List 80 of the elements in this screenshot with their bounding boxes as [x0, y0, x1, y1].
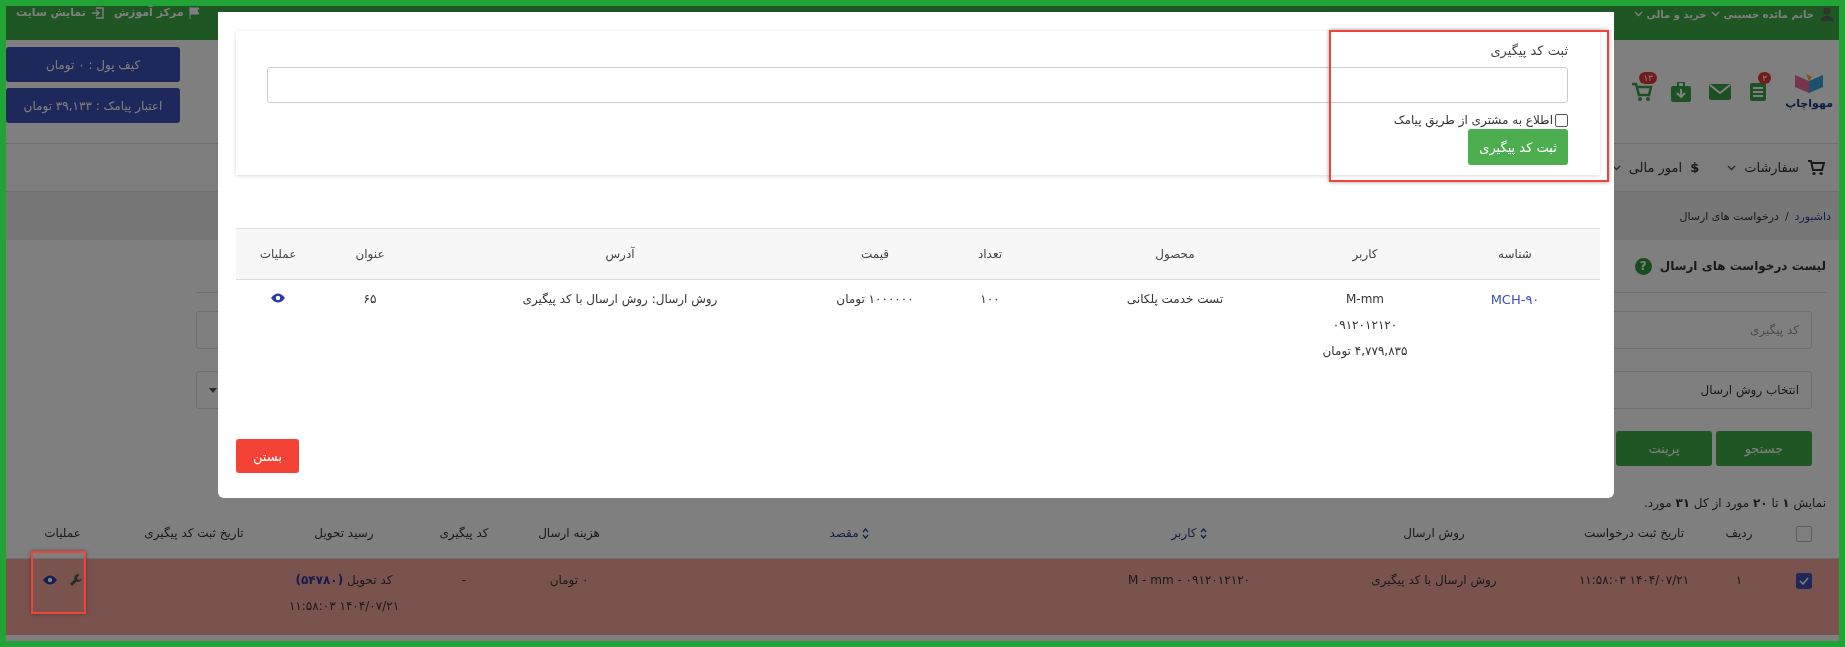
- caret-icon: [1634, 11, 1644, 17]
- caret-icon: [1711, 11, 1721, 17]
- sort-icon: [1199, 527, 1207, 539]
- eye-icon[interactable]: [271, 293, 285, 303]
- column-header: تاریخ ثبت کد پیگیری: [144, 526, 244, 540]
- checkbox[interactable]: [1796, 572, 1812, 589]
- sort-icon: [861, 527, 869, 539]
- column-header: عملیات: [44, 526, 81, 540]
- wallet-button[interactable]: کیف پول : ۰ تومان: [6, 47, 180, 82]
- tracking-code-input[interactable]: [267, 67, 1568, 103]
- eye-icon[interactable]: [42, 574, 57, 585]
- wrench-icon[interactable]: [68, 572, 83, 587]
- column-header: کد پیگیری: [439, 526, 489, 540]
- table-cell: ۱: [1735, 572, 1743, 587]
- table-cell: ۱۰۰: [980, 292, 1000, 306]
- column-header: روش ارسال: [1403, 526, 1465, 540]
- column-header: شناسه: [1498, 247, 1532, 261]
- column-header: تعداد: [977, 247, 1003, 261]
- table-cell: ۱۰۰۰۰۰۰ تومان: [836, 292, 914, 306]
- sign-in-icon: [90, 6, 104, 19]
- column-header: هزینه ارسال: [538, 526, 600, 540]
- help-icon[interactable]: ?: [1634, 257, 1652, 275]
- checkbox[interactable]: [1796, 526, 1812, 542]
- table-cell-text: ۴,۷۷۹,۸۳۵ تومان: [1321, 344, 1409, 358]
- column-header: رسید تحویل: [314, 526, 374, 540]
- list-icon[interactable]: [1749, 81, 1768, 102]
- table-cell-text: ۱۴۰۴/۰۷/۲۱ ۱۱:۵۸:۰۳: [287, 598, 401, 613]
- table-cell: ۶۵: [363, 292, 377, 306]
- top-link[interactable]: نمایش سایت: [16, 6, 104, 19]
- caret-icon: [1727, 164, 1737, 171]
- caret-icon: [209, 387, 217, 393]
- cart-icon[interactable]: [1631, 81, 1654, 102]
- top-menu-item[interactable]: خرید و مالی: [1634, 8, 1707, 20]
- table-cell: روش ارسال با کد پیگیری: [1371, 572, 1497, 587]
- table-cell: ۱۴۰۴/۰۷/۲۱ ۱۱:۵۸:۰۳: [1578, 572, 1690, 587]
- table-cell: M - mm - ۰۹۱۲۰۱۲۱۲۰: [1127, 572, 1251, 587]
- count-badge: ۲: [1758, 71, 1772, 84]
- mail-icon[interactable]: [1709, 83, 1732, 100]
- table-cell: روش ارسال: روش ارسال با کد پیگیری: [522, 292, 718, 306]
- column-header: آدرس: [605, 247, 635, 261]
- checkmark-icon: [1799, 576, 1809, 585]
- close-button[interactable]: بستن: [236, 439, 299, 473]
- column-header: عنوان: [355, 247, 385, 261]
- logo-text: مهواچاپ: [1785, 97, 1833, 110]
- breadcrumb-link[interactable]: داشبورد: [1794, 209, 1831, 223]
- sms-notify-checkbox[interactable]: اطلاع به مشتری از طریق پیامک: [1393, 113, 1568, 127]
- column-header: ردیف: [1725, 526, 1753, 540]
- column-header: کاربر: [1352, 247, 1378, 261]
- table-cell-text: M-mm: [1344, 292, 1386, 306]
- table-cell: ۰ تومان: [549, 572, 589, 587]
- action-button[interactable]: پرینت: [1616, 431, 1712, 466]
- column-header: عملیات: [259, 247, 297, 261]
- column-header: قیمت: [860, 247, 890, 261]
- field-label: ثبت کد پیگیری: [1490, 43, 1568, 58]
- column-header[interactable]: کاربر: [1171, 526, 1207, 540]
- flag-icon: [188, 6, 200, 19]
- user-avatar-icon: [1819, 6, 1835, 22]
- count-badge: ۱۳: [1639, 71, 1658, 84]
- table-cell: -: [461, 572, 467, 587]
- breadcrumb-current: درخواست های ارسال: [1679, 209, 1779, 223]
- column-header: محصول: [1155, 247, 1195, 261]
- user-menu[interactable]: خانم مائده حسینی: [1711, 8, 1814, 20]
- sms-credit-button[interactable]: اعتبار پیامک : ۳۹,۱۳۳ تومان: [6, 88, 180, 123]
- column-header: تاریخ ثبت درخواست: [1583, 526, 1685, 540]
- column-header[interactable]: مقصد: [829, 526, 869, 540]
- results-summary: نمایش ۱ تا ۲۰ مورد از کل ۳۱ مورد.: [1643, 496, 1826, 510]
- breadcrumb-separator: /: [1784, 209, 1789, 223]
- dollar-icon: $: [1690, 160, 1700, 175]
- table-cell-text: ۰۹۱۲۰۱۲۱۲۰: [1331, 318, 1399, 332]
- table-cell: تست خدمت پلکانی: [1126, 292, 1224, 306]
- action-button[interactable]: جستجو: [1716, 431, 1812, 466]
- download-box-icon[interactable]: [1671, 81, 1692, 102]
- submit-button[interactable]: ثبت کد پیگیری: [1468, 129, 1568, 165]
- top-link[interactable]: مرکز آموزش: [113, 6, 200, 19]
- cart-icon: [1807, 159, 1825, 176]
- nav-menu-item[interactable]: سفارشات: [1727, 159, 1825, 176]
- id-link[interactable]: MCH-۹۰: [1490, 292, 1540, 307]
- page-title: لیست درخواست های ارسال: [1659, 259, 1826, 273]
- table-cell-text: کد تحویل (۵۴۷۸۰): [294, 572, 394, 587]
- annotation-frame: [31, 551, 86, 614]
